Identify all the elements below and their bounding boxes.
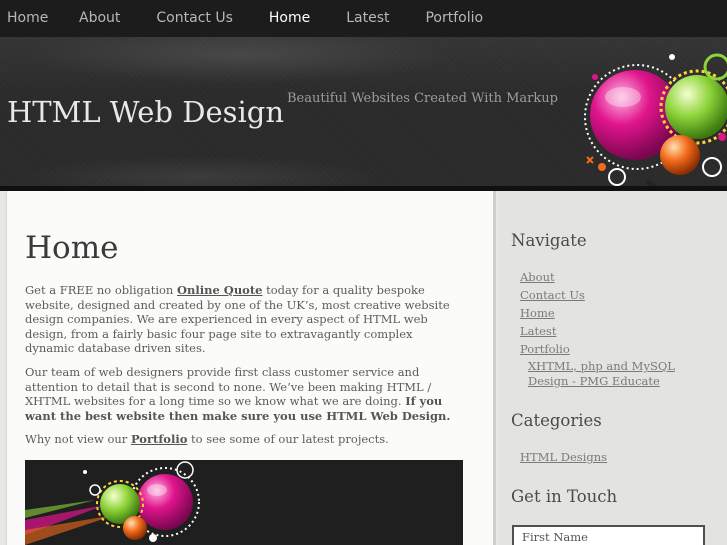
- portfolio-text-end: to see some of our latest projects.: [187, 432, 389, 446]
- intro-paragraph: Get a FREE no obligation Online Quote to…: [25, 283, 465, 356]
- content-area: Home Get a FREE no obligation Online Quo…: [0, 191, 727, 545]
- intro-text-start: Get a FREE no obligation: [25, 283, 177, 297]
- sidebar-heading-get-in-touch: Get in Touch: [511, 487, 618, 506]
- sidebar: Navigate About Contact Us Home Latest Po…: [499, 191, 727, 545]
- sidebar-heading-navigate: Navigate: [511, 231, 587, 250]
- team-text: Our team of web designers provide first …: [25, 365, 432, 408]
- site-tagline: Beautiful Websites Created With Markup: [287, 91, 558, 106]
- nav-item-latest[interactable]: Latest: [339, 0, 396, 37]
- sidebar-heading-categories: Categories: [511, 411, 602, 430]
- online-quote-link[interactable]: Online Quote: [177, 283, 262, 297]
- nav-item-contact-us[interactable]: Contact Us: [149, 0, 239, 37]
- top-navigation: Home About Contact Us Home Latest Portfo…: [0, 0, 727, 37]
- site-title[interactable]: HTML Web Design: [7, 95, 284, 129]
- site-header: HTML Web Design Beautiful Websites Creat…: [0, 37, 727, 189]
- nav-item-home[interactable]: Home: [0, 0, 52, 37]
- portfolio-link[interactable]: Portfolio: [131, 432, 187, 446]
- portfolio-text-start: Why not view our: [25, 432, 131, 446]
- sidebar-link-pmg-educate[interactable]: XHTML, php and MySQL Design - PMG Educat…: [528, 359, 698, 389]
- feature-image: [25, 460, 463, 545]
- page-title: Home: [25, 230, 119, 266]
- first-name-field[interactable]: [512, 525, 705, 545]
- sidebar-link-home[interactable]: Home: [520, 306, 555, 320]
- sidebar-link-portfolio[interactable]: Portfolio: [520, 342, 570, 356]
- portfolio-paragraph: Why not view our Portfolio to see some o…: [25, 432, 465, 447]
- sidebar-link-latest[interactable]: Latest: [520, 324, 556, 338]
- sidebar-link-about[interactable]: About: [520, 270, 555, 284]
- main-column: Home Get a FREE no obligation Online Quo…: [6, 191, 496, 545]
- team-paragraph: Our team of web designers provide first …: [25, 365, 465, 423]
- nav-item-portfolio[interactable]: Portfolio: [418, 0, 490, 37]
- nav-item-home-active[interactable]: Home: [262, 0, 317, 37]
- header-bubbles-art: [584, 53, 727, 189]
- sidebar-link-contact-us[interactable]: Contact Us: [520, 288, 585, 302]
- nav-item-about[interactable]: About: [72, 0, 127, 37]
- sidebar-link-html-designs[interactable]: HTML Designs: [520, 450, 607, 464]
